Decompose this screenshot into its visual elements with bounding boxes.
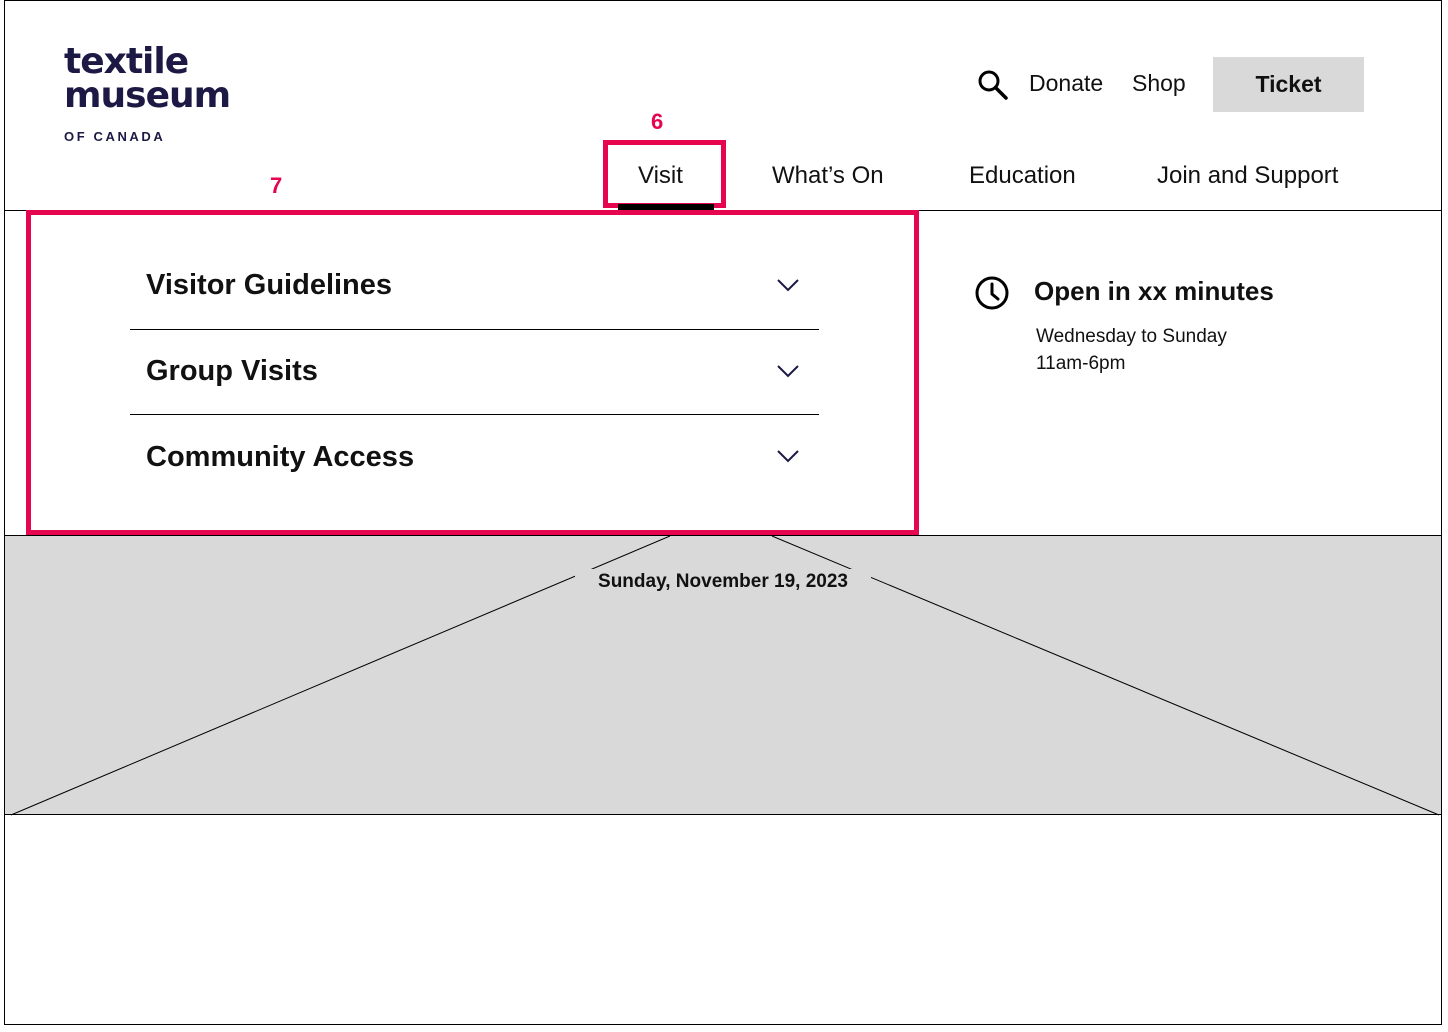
chevron-down-icon[interactable] <box>776 277 800 293</box>
accordion-label: Visitor Guidelines <box>146 269 393 301</box>
hero-date: Sunday, November 19, 2023 <box>575 569 871 595</box>
nav-visit[interactable]: Visit <box>638 160 683 192</box>
site-logo[interactable]: textile museum OF CANADA <box>64 41 231 145</box>
nav-education[interactable]: Education <box>969 160 1076 192</box>
hero-image-placeholder: Sunday, November 19, 2023 <box>5 535 1441 816</box>
accordion-visitor-guidelines[interactable]: Visitor Guidelines <box>130 245 819 330</box>
accordion-label: Group Visits <box>146 355 318 387</box>
search-icon[interactable] <box>977 69 1009 101</box>
chevron-down-icon[interactable] <box>776 363 800 379</box>
annotation-number-7: 7 <box>270 173 283 198</box>
nav-join-and-support[interactable]: Join and Support <box>1157 160 1338 192</box>
opening-days: Wednesday to Sunday <box>1036 326 1227 347</box>
accordion-community-access[interactable]: Community Access <box>130 415 819 495</box>
ticket-button[interactable]: Ticket <box>1213 57 1364 112</box>
logo-line-3: OF CANADA <box>64 129 166 144</box>
chevron-down-icon[interactable] <box>776 448 800 464</box>
page-frame: textile museum OF CANADA Donate Shop Tic… <box>4 0 1442 1025</box>
logo-line-2: museum <box>64 75 231 116</box>
shop-link[interactable]: Shop <box>1132 67 1186 99</box>
annotation-number-6: 6 <box>651 109 664 134</box>
nav-whats-on[interactable]: What’s On <box>772 160 884 192</box>
clock-icon <box>975 276 1009 310</box>
accordion-label: Community Access <box>146 441 415 473</box>
opening-time: 11am-6pm <box>1036 353 1126 374</box>
donate-link[interactable]: Donate <box>1029 67 1103 99</box>
opening-status: Open in xx minutes <box>1034 276 1274 306</box>
accordion-group-visits[interactable]: Group Visits <box>130 330 819 415</box>
logo-line-1: textile <box>64 41 189 82</box>
